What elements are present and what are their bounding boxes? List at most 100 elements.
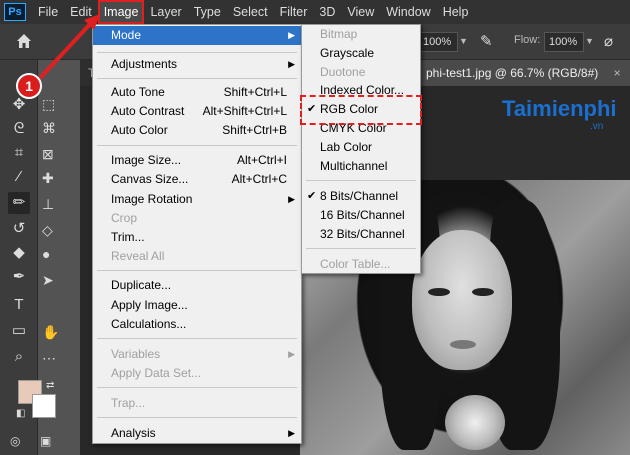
eyedropper-tool-icon[interactable]: ⁄ [8,166,30,188]
menu-layer[interactable]: Layer [144,0,187,24]
menu-item-analysis[interactable]: Analysis ▶ [93,424,301,443]
submenu-arrow-icon: ▶ [288,428,295,438]
hand-tool-icon[interactable]: ✋ [42,324,64,346]
mode-submenu: Bitmap Grayscale Duotone Indexed Color..… [301,24,421,274]
flow-dropdown-icon[interactable]: ▼ [585,36,594,46]
close-tab-icon[interactable]: × [614,66,621,80]
type-tool-icon[interactable]: T [8,294,30,316]
menu-item-auto-color[interactable]: Auto Color Shift+Ctrl+B [93,121,301,140]
pen-tool-icon[interactable]: ✒ [8,266,30,288]
flow-field[interactable]: 100% [544,32,584,52]
submenu-item-bitmap: Bitmap [320,27,358,41]
menu-3d[interactable]: 3D [313,0,341,24]
rgb-highlight-box [300,95,422,125]
eraser-tool-icon[interactable]: ◇ [42,222,64,244]
submenu-item-color-table: Color Table... [320,257,391,271]
airbrush-icon[interactable]: ⌀ [604,32,624,52]
submenu-item-16-bits[interactable]: 16 Bits/Channel [302,206,420,225]
menu-item-trim[interactable]: Trim... [93,228,301,247]
menu-item-image-size[interactable]: Image Size... Alt+Ctrl+I [93,151,301,170]
watermark-logo: Taimienphi [502,96,617,121]
menu-file[interactable]: File [32,0,64,24]
menu-item-auto-contrast[interactable]: Auto Contrast Alt+Shift+Ctrl+L [93,102,301,121]
photo-eye [472,288,494,296]
pressure-opacity-icon[interactable]: ✎ [480,32,500,52]
menu-separator [97,417,297,418]
step-badge: 1 [16,73,42,99]
quick-select-tool-icon[interactable]: ⌘ [42,120,64,142]
menu-item-reveal-all: Reveal All [111,249,165,263]
menu-separator [97,145,297,146]
photo-eye [428,288,450,296]
photo-rose [445,395,505,450]
submenu-arrow-icon: ▶ [288,349,295,359]
menu-type[interactable]: Type [188,0,227,24]
submenu-arrow-icon: ▶ [288,194,295,204]
screen-mode-icon[interactable]: ▣ [40,434,51,448]
blur-tool-icon[interactable]: ● [42,246,64,268]
menu-item-mode[interactable]: Mode ▶ [93,26,301,45]
healing-tool-icon[interactable]: ✚ [42,170,64,192]
menu-separator [306,180,416,181]
flow-label: Flow: [514,34,541,46]
menu-image[interactable]: Image [97,0,145,24]
submenu-arrow-icon: ▶ [288,59,295,69]
menu-separator [97,387,297,388]
menu-item-adjustments[interactable]: Adjustments ▶ [93,55,301,74]
submenu-arrow-icon: ▶ [288,30,295,40]
paint-bucket-tool-icon[interactable]: ◆ [8,242,30,264]
menu-item-auto-tone[interactable]: Auto Tone Shift+Ctrl+L [93,83,301,102]
menu-help[interactable]: Help [437,0,475,24]
submenu-item-lab-color[interactable]: Lab Color [302,138,420,157]
quick-mask-icon[interactable]: ◎ [10,434,20,448]
menu-separator [97,78,297,79]
history-brush-tool-icon[interactable]: ↺ [8,218,30,240]
brush-tool-icon[interactable]: ✏ [8,192,30,214]
image-menu-dropdown: Mode ▶ Adjustments ▶ Auto Tone Shift+Ctrl+L… [92,24,302,444]
menu-edit[interactable]: Edit [64,0,98,24]
rectangle-tool-icon[interactable]: ▭ [8,320,30,342]
path-select-tool-icon[interactable]: ➤ [42,272,64,294]
menu-item-calculations[interactable]: Calculations... [93,315,301,334]
submenu-item-8-bits[interactable]: ✔ 8 Bits/Channel [302,187,420,206]
menu-item-crop: Crop [111,211,138,225]
marquee-tool-icon[interactable]: ⬚ [42,96,64,118]
photoshop-logo: Ps [4,3,26,21]
photo-face [412,230,512,370]
more-icon[interactable]: ⋯ [42,350,64,372]
menu-item-duplicate[interactable]: Duplicate... [93,276,301,295]
menu-bar: Ps File Edit Image Layer Type Select Fil… [0,0,630,24]
menu-separator [97,338,297,339]
checkmark-icon: ✔ [307,190,317,202]
menu-item-apply-data-set: Apply Data Set... [111,366,202,380]
menu-separator [97,52,297,53]
crop-tool-icon[interactable]: ⌗ [8,142,30,164]
lasso-tool-icon[interactable]: ᘓ [8,118,30,140]
menu-item-image-rotation[interactable]: Image Rotation ▶ [93,190,301,209]
background-color-swatch[interactable] [32,394,56,418]
frame-tool-icon[interactable]: ⊠ [42,146,64,168]
document-tab-active[interactable]: phi-test1.jpg @ 66.7% (RGB/8#) × [416,60,630,86]
menu-item-apply-image[interactable]: Apply Image... [93,296,301,315]
swap-colors-icon[interactable]: ⇄ [46,380,54,391]
menu-item-trap: Trap... [111,396,146,410]
opacity-field[interactable]: 100% [418,32,458,52]
default-colors-icon[interactable]: ◧ [16,408,25,419]
opacity-dropdown-icon[interactable]: ▼ [459,36,468,46]
menu-view[interactable]: View [341,0,380,24]
menu-separator [306,248,416,249]
zoom-tool-icon[interactable]: ⌕ [8,346,30,368]
menu-filter[interactable]: Filter [274,0,314,24]
clone-stamp-tool-icon[interactable]: ⊥ [42,196,64,218]
home-icon[interactable] [14,32,34,52]
menu-window[interactable]: Window [380,0,436,24]
submenu-item-32-bits[interactable]: 32 Bits/Channel [302,225,420,244]
photo-lips [450,340,476,349]
submenu-item-multichannel[interactable]: Multichannel [302,157,420,176]
document-tab-title: phi-test1.jpg @ 66.7% (RGB/8#) [426,66,599,80]
submenu-item-grayscale[interactable]: Grayscale [302,44,420,63]
submenu-item-duotone: Duotone [320,65,366,79]
watermark-sub: .vn [590,121,604,132]
menu-item-canvas-size[interactable]: Canvas Size... Alt+Ctrl+C [93,170,301,189]
menu-select[interactable]: Select [227,0,274,24]
